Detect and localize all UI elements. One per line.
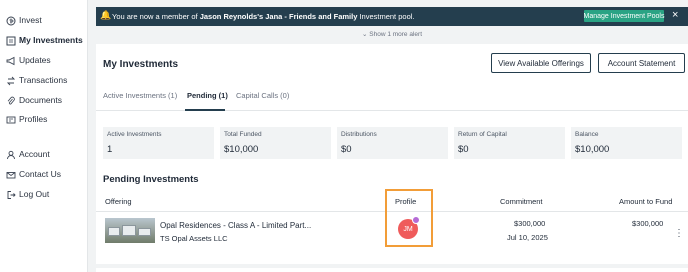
sidebar-item-transactions[interactable]: Transactions bbox=[0, 72, 88, 90]
bell-icon: 🔔 bbox=[100, 10, 112, 20]
sidebar-item-label: Invest bbox=[19, 15, 42, 25]
tab-pending[interactable]: Pending (1) bbox=[187, 91, 228, 100]
alert-prefix: You are now a member of bbox=[112, 12, 200, 21]
sidebar-item-label: Transactions bbox=[19, 75, 68, 85]
main-card: My Investments View Available Offerings … bbox=[96, 44, 688, 264]
sidebar-item-label: Log Out bbox=[19, 189, 50, 199]
section-title: Pending Investments bbox=[103, 174, 199, 185]
column-header-commitment: Commitment bbox=[500, 197, 543, 206]
stat-label: Return of Capital bbox=[458, 131, 507, 138]
paperclip-icon bbox=[5, 95, 17, 107]
page-title: My Investments bbox=[103, 59, 179, 70]
stat-label: Total Funded bbox=[224, 131, 262, 138]
sidebar-item-contact-us[interactable]: Contact Us bbox=[0, 166, 88, 184]
stat-total-funded: Total Funded $10,000 bbox=[220, 127, 331, 159]
show-more-alerts-link[interactable]: ⌄ Show 1 more alert bbox=[96, 30, 688, 38]
profile-badge-icon bbox=[412, 216, 420, 224]
sidebar-item-log-out[interactable]: Log Out bbox=[0, 186, 88, 204]
manage-investment-pools-button[interactable]: Manage Investment Pools bbox=[584, 10, 664, 22]
profiles-icon bbox=[5, 114, 17, 126]
sidebar-item-label: Contact Us bbox=[19, 169, 62, 179]
sidebar-item-label: Updates bbox=[19, 55, 51, 65]
sidebar-item-invest[interactable]: Invest bbox=[0, 12, 88, 30]
logout-icon bbox=[5, 189, 17, 201]
offering-issuer: TS Opal Assets LLC bbox=[160, 234, 228, 243]
more-options-icon[interactable]: ⋮ bbox=[674, 228, 684, 239]
user-icon bbox=[5, 149, 17, 161]
stat-label: Distributions bbox=[341, 131, 377, 138]
offering-thumbnail bbox=[105, 218, 155, 243]
stat-return-of-capital: Return of Capital $0 bbox=[454, 127, 565, 159]
stat-label: Balance bbox=[575, 131, 599, 138]
commitment-amount: $300,000 bbox=[514, 219, 546, 228]
offering-name[interactable]: Opal Residences - Class A - Limited Part… bbox=[160, 221, 311, 230]
sidebar-item-label: Profiles bbox=[19, 114, 48, 124]
stat-active-investments: Active Investments 1 bbox=[103, 127, 214, 159]
sidebar-item-label: My Investments bbox=[19, 35, 83, 45]
alert-pool-name: Jason Reynolds's Jana - Friends and Fami… bbox=[199, 12, 358, 21]
stat-distributions: Distributions $0 bbox=[337, 127, 448, 159]
sidebar-item-documents[interactable]: Documents bbox=[0, 92, 88, 110]
stat-value: $0 bbox=[341, 144, 352, 155]
sidebar-item-label: Documents bbox=[19, 95, 62, 105]
commitment-date: Jul 10, 2025 bbox=[507, 233, 548, 242]
column-header-offering: Offering bbox=[105, 197, 132, 206]
alert-banner: 🔔 You are now a member of Jason Reynolds… bbox=[96, 7, 688, 26]
stat-value: $10,000 bbox=[575, 144, 610, 155]
sidebar-item-updates[interactable]: Updates bbox=[0, 52, 88, 70]
account-statement-button[interactable]: Account Statement bbox=[598, 53, 685, 73]
view-available-offerings-button[interactable]: View Available Offerings bbox=[491, 53, 591, 73]
sidebar-item-profiles[interactable]: Profiles bbox=[0, 111, 88, 129]
stat-value: $0 bbox=[458, 144, 469, 155]
alert-suffix: Investment pool. bbox=[357, 12, 415, 21]
sidebar-item-my-investments[interactable]: My Investments bbox=[0, 32, 88, 50]
tab-active-investments[interactable]: Active Investments (1) bbox=[103, 91, 177, 100]
column-header-amount-to-fund: Amount to Fund bbox=[619, 197, 673, 206]
megaphone-icon bbox=[5, 55, 17, 67]
stat-balance: Balance $10,000 bbox=[571, 127, 682, 159]
amount-to-fund: $300,000 bbox=[632, 219, 664, 228]
mail-icon bbox=[5, 169, 17, 181]
stat-label: Active Investments bbox=[107, 131, 162, 138]
invest-icon bbox=[5, 15, 17, 27]
close-icon[interactable]: × bbox=[672, 9, 678, 21]
active-tab-indicator bbox=[185, 109, 225, 111]
stat-value: $10,000 bbox=[224, 144, 259, 155]
sidebar-item-account[interactable]: Account bbox=[0, 146, 88, 164]
stat-value: 1 bbox=[107, 144, 113, 155]
transactions-icon bbox=[5, 75, 17, 87]
sidebar: Invest My Investments Updates Transactio… bbox=[0, 0, 88, 272]
my-investments-icon bbox=[5, 35, 17, 47]
sidebar-item-label: Account bbox=[19, 149, 50, 159]
tab-capital-calls[interactable]: Capital Calls (0) bbox=[236, 91, 289, 100]
next-card-edge bbox=[96, 268, 688, 272]
alert-text: You are now a member of Jason Reynolds's… bbox=[112, 12, 415, 21]
